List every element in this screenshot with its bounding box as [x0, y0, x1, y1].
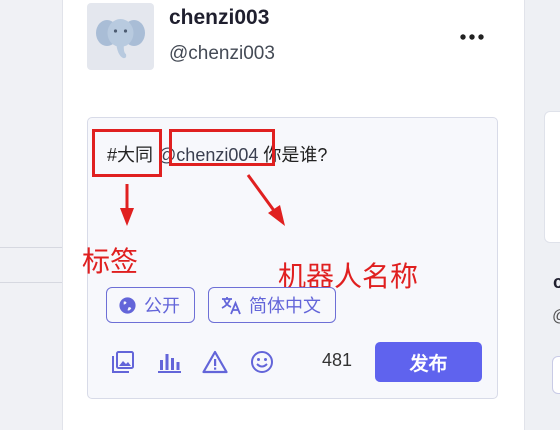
tag-annotation-label: 标签 — [82, 246, 139, 277]
add-image-button[interactable] — [108, 347, 138, 377]
emoji-button[interactable] — [247, 347, 277, 377]
globe-icon — [119, 296, 136, 314]
visibility-button[interactable]: 公开 — [106, 287, 195, 323]
translate-icon — [221, 297, 241, 315]
language-button[interactable]: 简体中文 — [208, 287, 336, 323]
language-label: 简体中文 — [249, 296, 321, 316]
content-warning-button[interactable] — [200, 347, 230, 377]
visibility-label: 公开 — [144, 296, 180, 316]
warning-icon — [202, 350, 228, 374]
emoji-icon — [251, 351, 273, 373]
publish-button[interactable]: 发布 — [375, 342, 482, 382]
poll-icon — [158, 354, 181, 373]
add-poll-button[interactable] — [154, 347, 184, 377]
image-icon — [112, 351, 134, 373]
bot-name-arrow — [246, 174, 277, 213]
character-counter: 481 — [322, 350, 353, 370]
